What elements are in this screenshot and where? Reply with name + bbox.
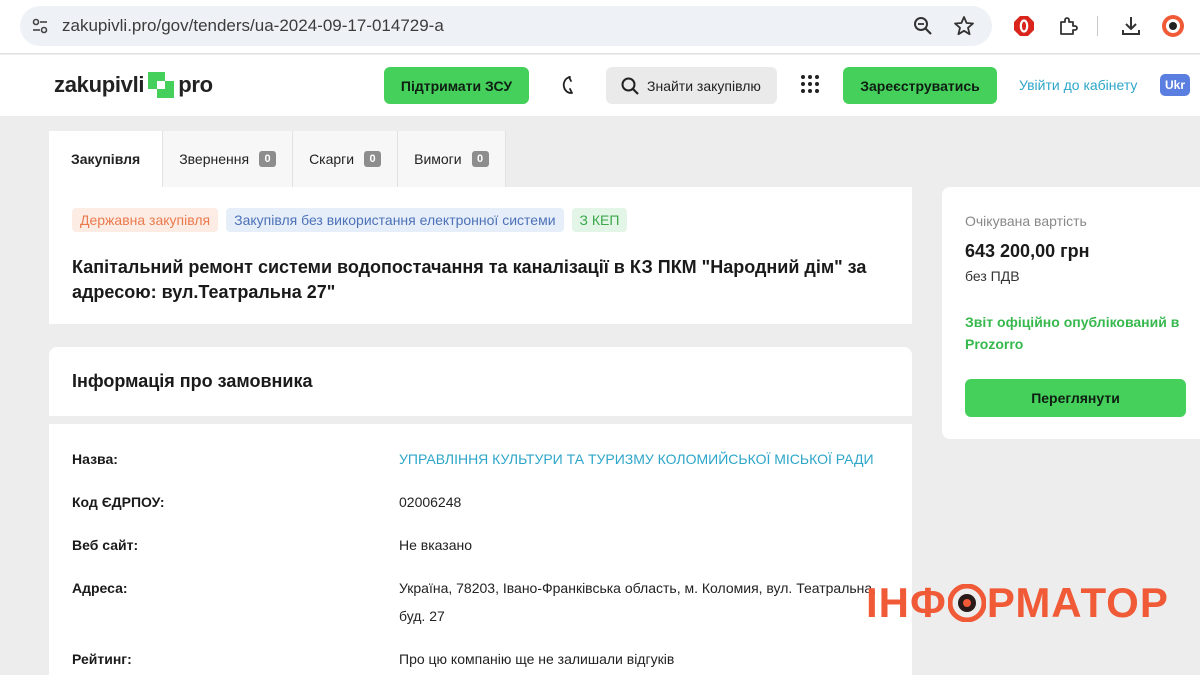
tab-count-badge: 0 bbox=[471, 151, 489, 167]
watermark-text-right: РМАТОР bbox=[986, 579, 1169, 626]
report-published-text: Звіт офіційно опублікований в Prozorro bbox=[965, 314, 1180, 352]
eye-logo-icon bbox=[947, 584, 986, 622]
customer-info-header: Інформація про замовника bbox=[49, 347, 912, 416]
customer-info-heading: Інформація про замовника bbox=[72, 371, 313, 391]
tab-complaints[interactable]: Скарги 0 bbox=[293, 131, 399, 187]
logo-mark-icon bbox=[148, 72, 175, 98]
logo-text-right: pro bbox=[178, 72, 213, 97]
info-label: Веб сайт: bbox=[72, 537, 139, 553]
support-army-button[interactable]: Підтримати ЗСУ bbox=[384, 67, 529, 104]
find-tender-label: Знайти закупівлю bbox=[647, 77, 761, 94]
site-logo[interactable]: zakupivli pro bbox=[54, 69, 213, 101]
apps-grid-icon[interactable] bbox=[800, 74, 820, 94]
expected-value-amount: 643 200,00 грн bbox=[965, 241, 1090, 261]
customer-info-card: Назва: УПРАВЛІННЯ КУЛЬТУРИ ТА ТУРИЗМУ КО… bbox=[49, 424, 912, 675]
url-text[interactable]: zakupivli.pro/gov/tenders/ua-2024-09-17-… bbox=[62, 16, 444, 36]
download-icon[interactable] bbox=[1119, 14, 1143, 38]
search-icon bbox=[621, 77, 639, 95]
expected-value-card: Очікувана вартість 643 200,00 грн без ПД… bbox=[942, 187, 1200, 439]
login-link[interactable]: Увійти до кабінету bbox=[1019, 77, 1137, 93]
customer-name-link[interactable]: УПРАВЛІННЯ КУЛЬТУРИ ТА ТУРИЗМУ КОЛОМИЙСЬ… bbox=[399, 445, 879, 473]
extensions-puzzle-icon[interactable] bbox=[1056, 14, 1080, 38]
tab-count-badge: 0 bbox=[259, 151, 277, 167]
info-label: Рейтинг: bbox=[72, 651, 132, 667]
info-label: Адреса: bbox=[72, 580, 128, 596]
info-label: Назва: bbox=[72, 451, 118, 467]
tender-badges: Державна закупівля Закупівля без викорис… bbox=[72, 208, 628, 232]
tender-title: Капітальний ремонт системи водопостачанн… bbox=[72, 257, 867, 302]
info-label: Код ЄДРПОУ: bbox=[72, 494, 165, 510]
tab-count-badge: 0 bbox=[364, 151, 382, 167]
tab-label: Звернення bbox=[179, 151, 250, 167]
logo-text-left: zakupivli bbox=[54, 72, 145, 97]
adblock-extension-icon[interactable] bbox=[1012, 14, 1036, 38]
informator-watermark: ІНФ РМАТОР bbox=[866, 578, 1169, 628]
tab-label: Вимоги bbox=[414, 151, 462, 167]
tab-tender[interactable]: Закупівля bbox=[49, 131, 164, 187]
info-value: Не вказано bbox=[399, 537, 473, 553]
tab-appeals[interactable]: Звернення 0 bbox=[163, 131, 294, 187]
phone-icon[interactable] bbox=[558, 75, 578, 95]
offline-procurement-badge: Закупівля без використання електронної с… bbox=[226, 208, 564, 232]
info-value: 02006248 bbox=[399, 494, 462, 510]
zoom-icon[interactable] bbox=[912, 15, 934, 37]
toolbar-separator bbox=[1097, 16, 1098, 36]
bookmark-star-icon[interactable] bbox=[952, 14, 976, 38]
tender-summary-card: Державна закупівля Закупівля без викорис… bbox=[49, 187, 912, 324]
tab-claims[interactable]: Вимоги 0 bbox=[398, 131, 506, 187]
profile-avatar-icon[interactable] bbox=[1161, 14, 1185, 38]
site-settings-icon[interactable] bbox=[30, 16, 50, 36]
language-switcher[interactable]: Ukr bbox=[1160, 74, 1190, 96]
vat-note: без ПДВ bbox=[965, 268, 1020, 284]
info-value: Про цю компанію ще не залишали відгуків bbox=[399, 651, 675, 667]
tab-label: Скарги bbox=[309, 151, 355, 167]
expected-value-label: Очікувана вартість bbox=[965, 213, 1087, 229]
browser-toolbar: zakupivli.pro/gov/tenders/ua-2024-09-17-… bbox=[0, 0, 1200, 54]
qes-badge: З КЕП bbox=[571, 208, 628, 232]
state-procurement-badge: Державна закупівля bbox=[72, 208, 219, 232]
watermark-text-left: ІНФ bbox=[866, 579, 947, 626]
site-header: zakupivli pro Підтримати ЗСУ Знайти заку… bbox=[0, 55, 1200, 116]
info-value: Україна, 78203, Івано-Франківська област… bbox=[399, 580, 877, 624]
find-tender-button[interactable]: Знайти закупівлю bbox=[606, 67, 777, 104]
view-report-button[interactable]: Переглянути bbox=[965, 379, 1186, 417]
tender-tabs: Закупівля Звернення 0 Скарги 0 Вимоги 0 bbox=[49, 131, 506, 187]
address-bar[interactable]: zakupivli.pro/gov/tenders/ua-2024-09-17-… bbox=[20, 6, 992, 46]
tab-label: Закупівля bbox=[71, 151, 141, 167]
register-button[interactable]: Зареєструватись bbox=[843, 67, 997, 104]
